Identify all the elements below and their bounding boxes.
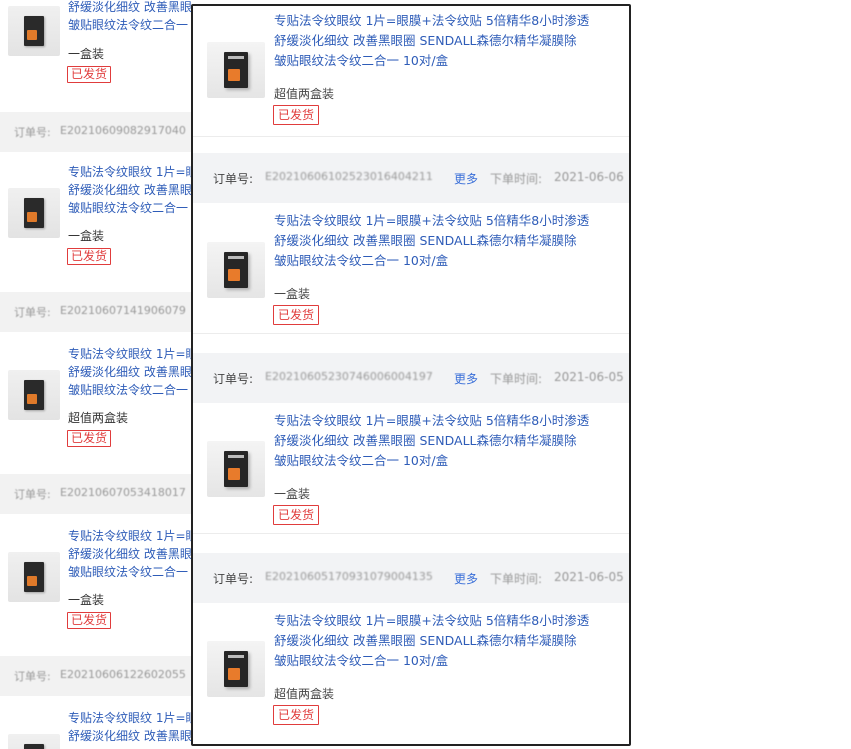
product-spec: 一盒装 [274,487,311,501]
product-thumbnail [8,552,60,602]
status-badge: 已发货 [67,248,112,265]
order-number-label: 订单号: [213,172,254,186]
order-number: E20210606122602055 [60,668,186,681]
product-thumbnail [207,441,265,497]
product-thumbnail [8,6,60,56]
list-item[interactable]: 专贴法令纹眼纹 1片=眼 舒缓淡化细纹 改善黑眼 [0,706,192,749]
order-header: 订单号: E20210605230746006004197 更多 下单时间: 2… [193,353,629,403]
list-item[interactable]: 专贴法令纹眼纹 1片=眼 舒缓淡化细纹 改善黑眼 皱贴眼纹法令纹二合一 一盒装 … [0,524,192,639]
list-item[interactable]: 舒缓淡化细纹 改善黑眼 皱贴眼纹法令纹二合一 一盒装 已发货 [0,0,192,94]
order-header: 订单号: E20210606122602055 [0,656,192,696]
product-spec: 一盒装 [68,47,105,61]
product-thumbnail [8,734,60,749]
list-item[interactable]: 专贴法令纹眼纹 1片=眼膜+法令纹贴 5倍精华8小时渗透 舒缓淡化细纹 改善黑眼… [193,203,629,334]
order-list-panel: 专贴法令纹眼纹 1片=眼膜+法令纹贴 5倍精华8小时渗透 舒缓淡化细纹 改善黑眼… [191,4,631,746]
order-number-label: 订单号: [213,572,254,586]
product-thumbnail [8,370,60,420]
product-title[interactable]: 专贴法令纹眼纹 1片=眼 舒缓淡化细纹 改善黑眼 皱贴眼纹法令纹二合一 [68,527,192,581]
product-title[interactable]: 专贴法令纹眼纹 1片=眼 舒缓淡化细纹 改善黑眼 皱贴眼纹法令纹二合一 [68,163,192,217]
product-spec: 一盒装 [68,229,105,243]
product-title[interactable]: 专贴法令纹眼纹 1片=眼膜+法令纹贴 5倍精华8小时渗透 舒缓淡化细纹 改善黑眼… [274,11,619,71]
order-number: E20210605170931079004135 [265,570,433,583]
status-badge: 已发货 [273,505,320,525]
order-number: E20210606102523016404211 [265,170,433,183]
order-header: 订单号: E20210607053418017 [0,474,192,514]
list-item[interactable]: 专贴法令纹眼纹 1片=眼 舒缓淡化细纹 改善黑眼 皱贴眼纹法令纹二合一 一盒装 … [0,160,192,275]
more-link[interactable]: 更多 [454,570,478,587]
list-item[interactable]: 专贴法令纹眼纹 1片=眼 舒缓淡化细纹 改善黑眼 皱贴眼纹法令纹二合一 超值两盒… [0,342,192,457]
product-thumbnail [207,242,265,298]
order-time: 2021-06-06 [554,170,624,184]
order-number-label: 订单号: [14,306,51,319]
order-time-label: 下单时间: [490,172,543,186]
status-badge: 已发货 [273,305,320,325]
order-header: 订单号: E20210606102523016404211 更多 下单时间: 2… [193,153,629,203]
background-order-list: 舒缓淡化细纹 改善黑眼 皱贴眼纹法令纹二合一 一盒装 已发货 订单号: E202… [0,0,192,749]
status-badge: 已发货 [67,66,112,83]
product-thumbnail [8,188,60,238]
order-number-label: 订单号: [14,670,51,683]
list-item[interactable]: 专贴法令纹眼纹 1片=眼膜+法令纹贴 5倍精华8小时渗透 舒缓淡化细纹 改善黑眼… [193,6,629,137]
product-thumbnail [207,42,265,98]
list-item[interactable]: 专贴法令纹眼纹 1片=眼膜+法令纹贴 5倍精华8小时渗透 舒缓淡化细纹 改善黑眼… [193,603,629,744]
order-time: 2021-06-05 [554,370,624,384]
product-title[interactable]: 专贴法令纹眼纹 1片=眼膜+法令纹贴 5倍精华8小时渗透 舒缓淡化细纹 改善黑眼… [274,411,619,471]
order-number-label: 订单号: [14,126,51,139]
product-title[interactable]: 专贴法令纹眼纹 1片=眼膜+法令纹贴 5倍精华8小时渗透 舒缓淡化细纹 改善黑眼… [274,211,619,271]
product-spec: 一盒装 [68,593,105,607]
product-spec: 超值两盒装 [274,87,335,101]
product-title[interactable]: 专贴法令纹眼纹 1片=眼膜+法令纹贴 5倍精华8小时渗透 舒缓淡化细纹 改善黑眼… [274,611,619,671]
product-thumbnail [207,641,265,697]
order-number: E20210609082917040 [60,124,186,137]
status-badge: 已发货 [67,612,112,629]
more-link[interactable]: 更多 [454,370,478,387]
order-number: E20210605230746006004197 [265,370,433,383]
status-badge: 已发货 [273,705,320,725]
order-number: E20210607141906079 [60,304,186,317]
product-title[interactable]: 专贴法令纹眼纹 1片=眼 舒缓淡化细纹 改善黑眼 [68,709,192,745]
order-number-label: 订单号: [213,372,254,386]
more-link[interactable]: 更多 [454,170,478,187]
product-title[interactable]: 专贴法令纹眼纹 1片=眼 舒缓淡化细纹 改善黑眼 皱贴眼纹法令纹二合一 [68,345,192,399]
product-spec: 超值两盒装 [68,411,129,425]
product-spec: 一盒装 [274,287,311,301]
order-header: 订单号: E20210605170931079004135 更多 下单时间: 2… [193,553,629,603]
order-time: 2021-06-05 [554,570,624,584]
order-number-label: 订单号: [14,488,51,501]
order-number: E20210607053418017 [60,486,186,499]
order-time-label: 下单时间: [490,372,543,386]
product-spec: 超值两盒装 [274,687,335,701]
order-header: 订单号: E20210607141906079 [0,292,192,332]
order-time-label: 下单时间: [490,572,543,586]
status-badge: 已发货 [273,105,320,125]
status-badge: 已发货 [67,430,112,447]
order-header: 订单号: E20210609082917040 [0,112,192,152]
product-title[interactable]: 舒缓淡化细纹 改善黑眼 皱贴眼纹法令纹二合一 [68,0,192,34]
list-item[interactable]: 专贴法令纹眼纹 1片=眼膜+法令纹贴 5倍精华8小时渗透 舒缓淡化细纹 改善黑眼… [193,403,629,534]
